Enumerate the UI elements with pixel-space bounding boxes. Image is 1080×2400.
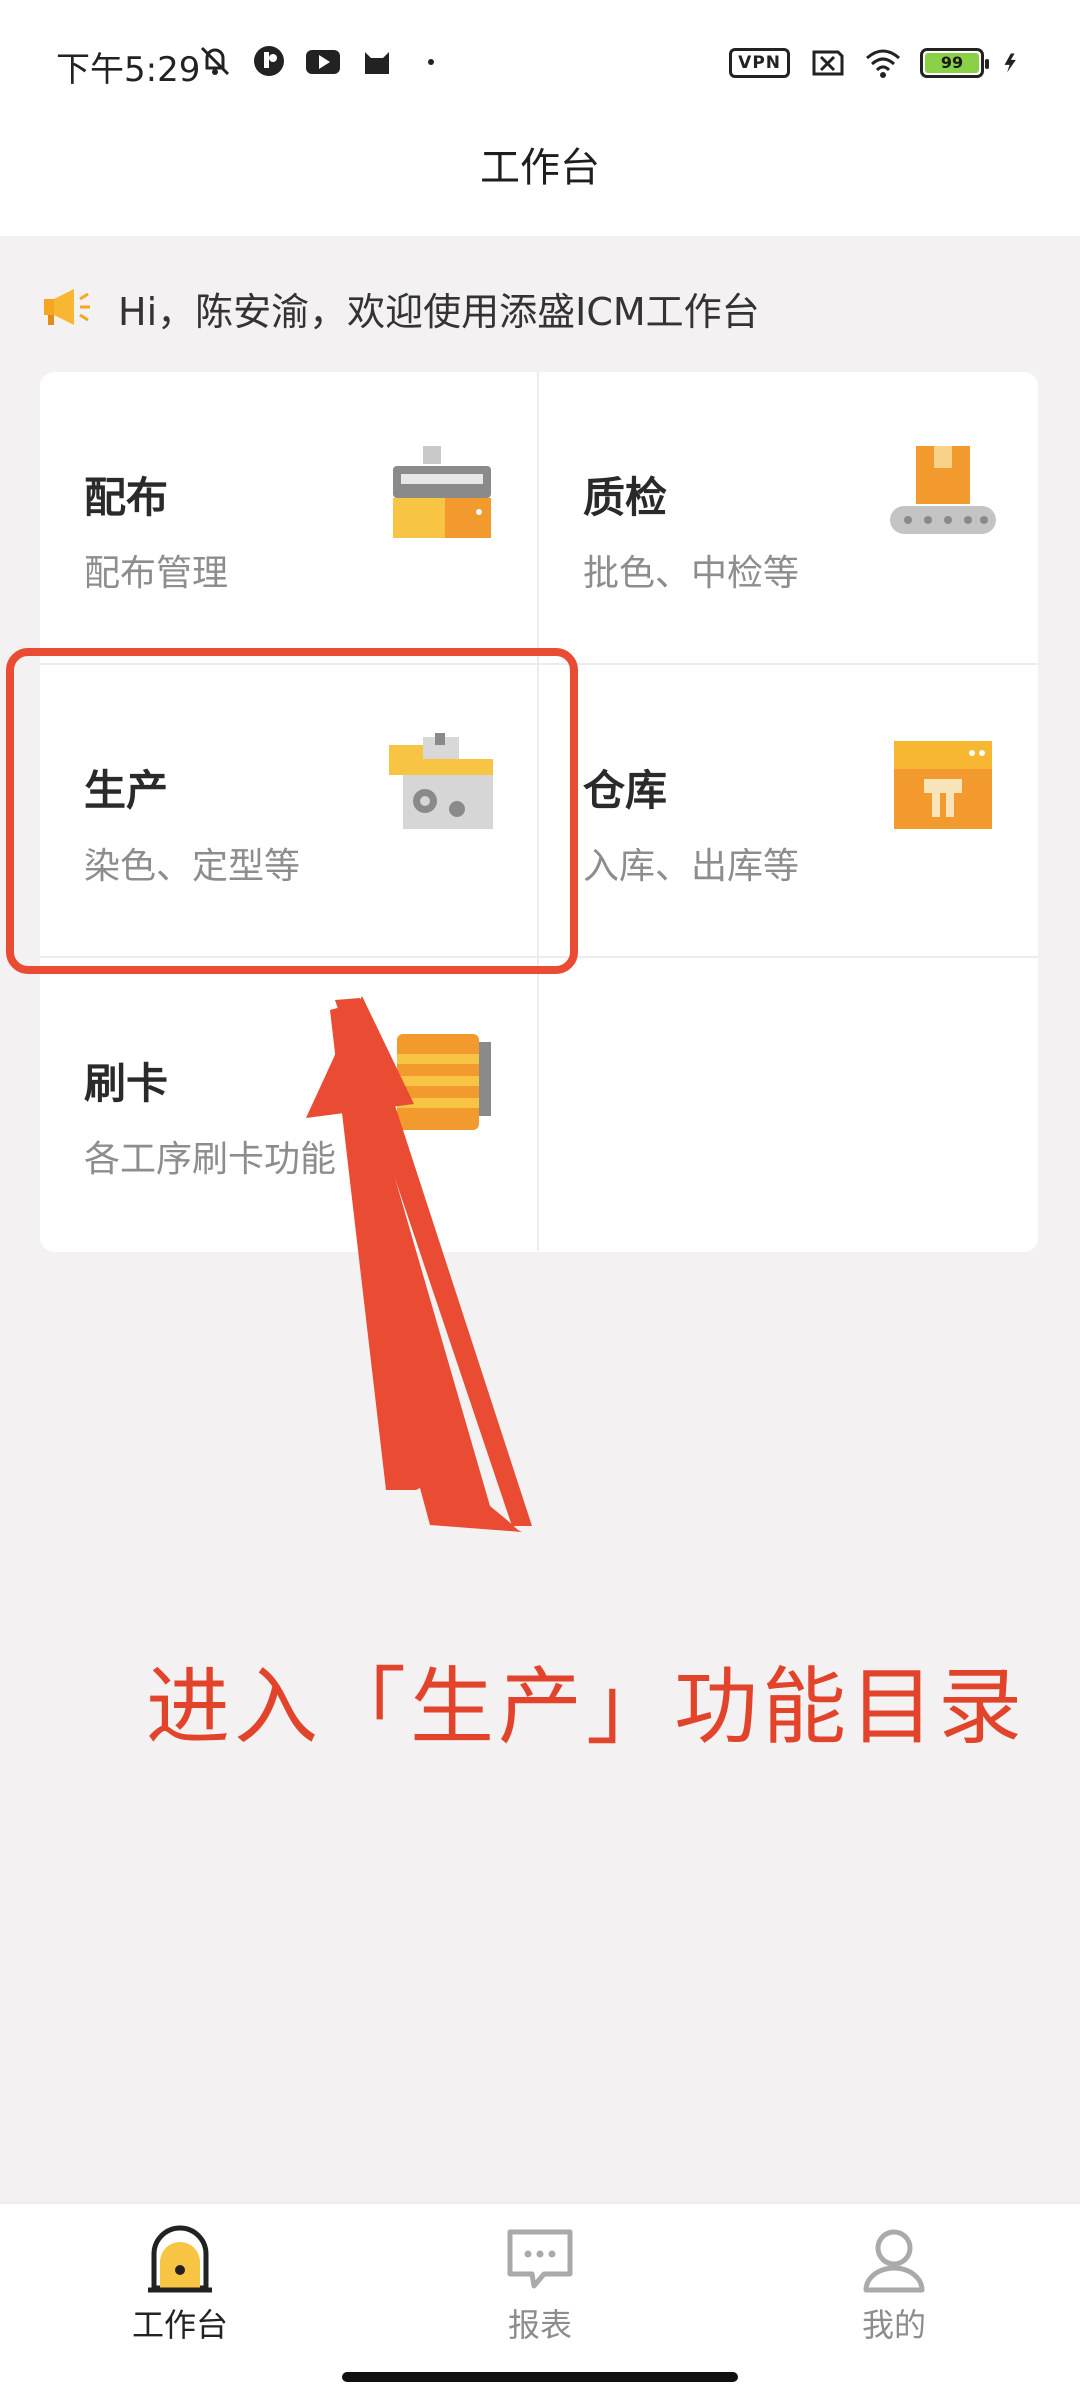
wifi-icon	[866, 49, 900, 78]
grid-item-warehouse[interactable]: 仓库 入库、出库等	[539, 665, 1038, 958]
nav-label: 报表	[507, 2306, 572, 2344]
user-profile-icon	[863, 2229, 925, 2293]
battery-icon: 99	[920, 48, 989, 78]
page-title: 工作台	[480, 145, 600, 191]
sim-off-icon	[812, 50, 844, 76]
warehouse-box-icon	[894, 741, 992, 829]
nav-label: 我的	[861, 2306, 926, 2344]
dot-icon	[428, 59, 434, 65]
welcome-notice: Hi，陈安渝，欢迎使用添盛ICM工作台	[42, 278, 760, 338]
grid-empty-cell	[539, 958, 1038, 1251]
vpn-badge: VPN	[729, 48, 790, 78]
grid-item-title: 配布	[84, 473, 169, 522]
grid-item-subtitle: 各工序刷卡功能	[84, 1139, 337, 1180]
home-indicator[interactable]	[342, 2372, 738, 2382]
status-bar: 下午5:29 VPN 99	[0, 0, 1080, 128]
notification-icons	[196, 42, 450, 80]
grid-item-subtitle: 入库、出库等	[583, 846, 800, 887]
status-time: 下午5:29	[56, 50, 201, 90]
app-circle-icon	[254, 46, 284, 76]
conveyor-box-icon	[890, 446, 996, 534]
grid-item-card-swipe[interactable]: 刷卡 各工序刷卡功能	[40, 958, 539, 1251]
app-header: 工作台	[0, 128, 1080, 236]
nav-tab-profile[interactable]: 我的	[814, 2224, 974, 2346]
charging-bolt-icon	[1004, 53, 1016, 73]
workbench-icon	[148, 2225, 212, 2293]
grid-item-distribution[interactable]: 配布 配布管理	[40, 372, 539, 665]
grid-item-title: 质检	[583, 473, 668, 522]
grid-item-title: 仓库	[583, 766, 668, 815]
nav-tab-workbench[interactable]: 工作台	[100, 2224, 260, 2346]
bottom-navigation: 工作台 报表 我的	[0, 2202, 1080, 2400]
cat-icon	[365, 52, 389, 74]
welcome-text: Hi，陈安渝，欢迎使用添盛ICM工作台	[118, 289, 760, 334]
youtube-icon	[306, 50, 340, 74]
card-reader-icon	[397, 1034, 491, 1130]
chat-bubble-icon	[507, 2229, 573, 2289]
fabric-machine-icon	[393, 446, 491, 538]
nav-tab-reports[interactable]: 报表	[460, 2224, 620, 2346]
grid-item-subtitle: 批色、中检等	[583, 553, 800, 594]
battery-level: 99	[925, 53, 979, 73]
grid-item-quality-check[interactable]: 质检 批色、中检等	[539, 372, 1038, 665]
nav-label: 工作台	[131, 2306, 228, 2344]
annotation-caption: 进入「生产」功能目录	[146, 1658, 1027, 1756]
grid-item-subtitle: 配布管理	[84, 553, 229, 594]
status-right-icons: VPN 99	[729, 44, 1026, 82]
grid-item-title: 刷卡	[84, 1059, 169, 1108]
mute-bell-icon	[200, 46, 230, 76]
production-highlight-box	[6, 648, 578, 974]
megaphone-icon	[44, 289, 90, 325]
